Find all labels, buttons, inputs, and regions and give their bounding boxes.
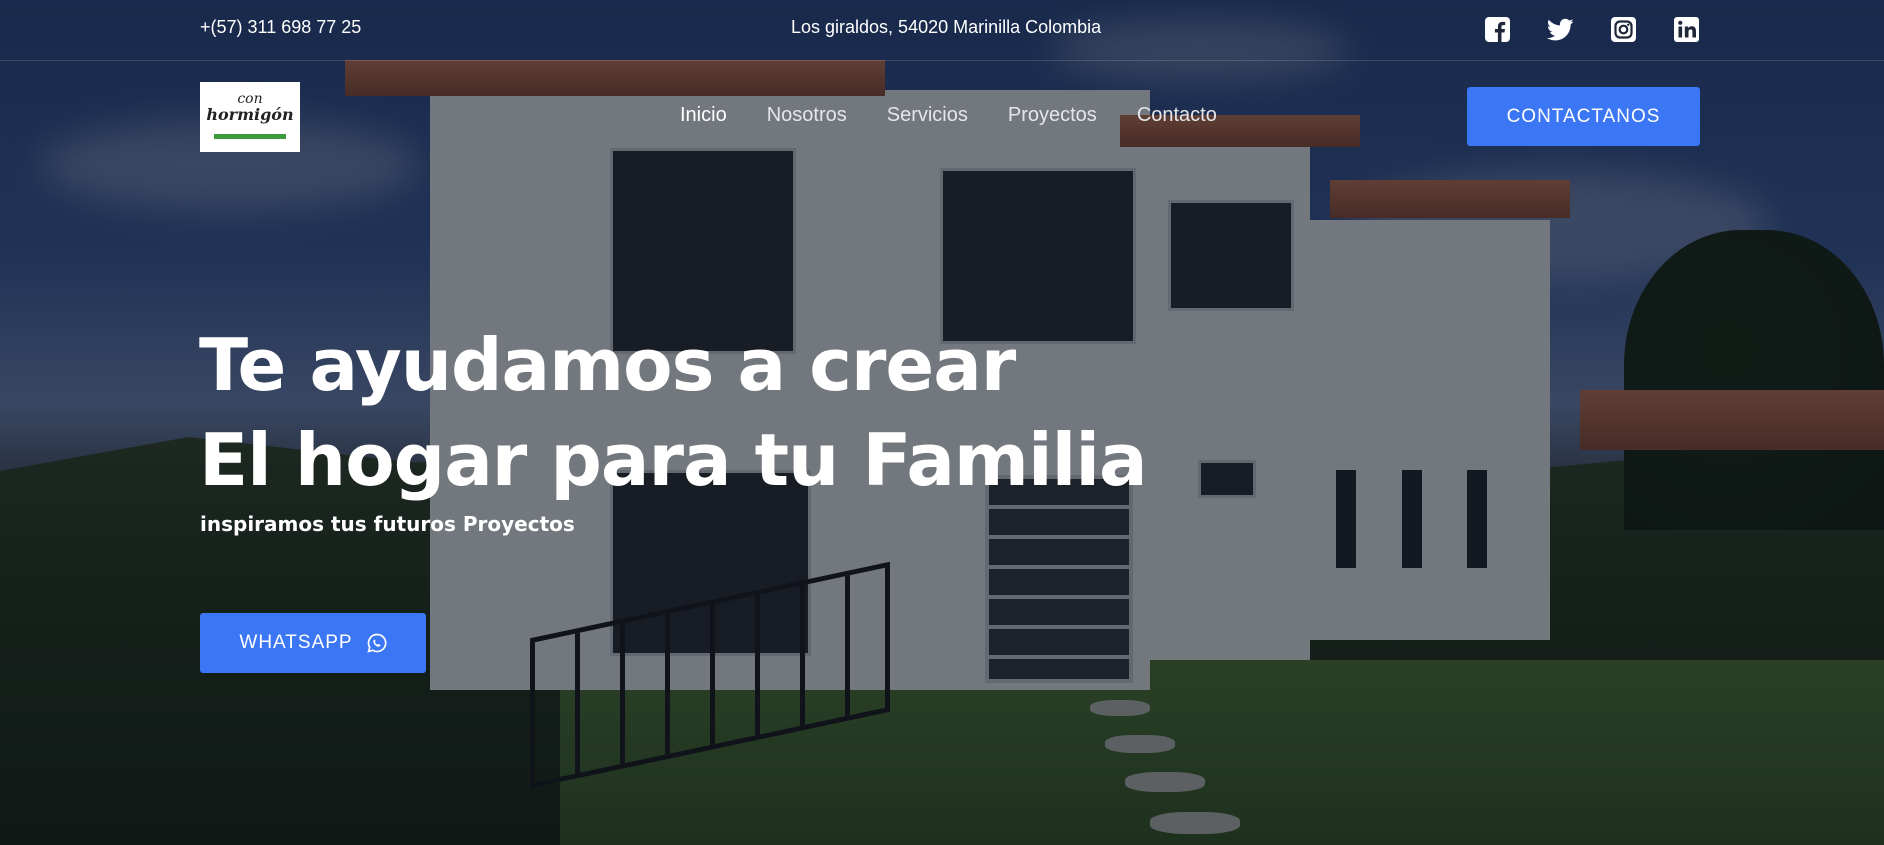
social-links <box>1484 16 1700 43</box>
linkedin-icon[interactable] <box>1673 16 1700 43</box>
nav-item-proyectos[interactable]: Proyectos <box>1008 104 1097 127</box>
hero-subtitle: inspiramos tus futuros Proyectos <box>200 512 575 536</box>
hero-title-line2: El hogar para tu Familia <box>199 418 1148 502</box>
nav-item-inicio[interactable]: Inicio <box>680 104 727 127</box>
address-text: Los giraldos, 54020 Marinilla Colombia <box>791 17 1102 37</box>
main-navigation: Inicio Nosotros Servicios Proyectos Cont… <box>680 104 1217 127</box>
whatsapp-button-label: WHATSAPP <box>239 632 353 653</box>
site-logo[interactable]: con hormigón <box>200 82 300 152</box>
contact-button[interactable]: CONTACTANOS <box>1467 87 1700 146</box>
phone-number[interactable]: +(57) 311 698 77 25 <box>200 17 361 38</box>
whatsapp-icon <box>367 633 387 653</box>
hero-title-line1: Te ayudamos a crear <box>199 323 1016 407</box>
logo-text-line1: con <box>237 91 263 107</box>
nav-item-contacto[interactable]: Contacto <box>1137 104 1217 127</box>
logo-text-line2: hormigón <box>206 105 294 124</box>
facebook-icon[interactable] <box>1484 16 1511 43</box>
twitter-icon[interactable] <box>1547 16 1574 43</box>
nav-item-nosotros[interactable]: Nosotros <box>767 104 847 127</box>
whatsapp-button[interactable]: WHATSAPP <box>200 613 426 673</box>
hero-title: Te ayudamos a crear El hogar para tu Fam… <box>199 318 1148 508</box>
nav-item-servicios[interactable]: Servicios <box>887 104 968 127</box>
top-info-bar: +(57) 311 698 77 25 Los giraldos, 54020 … <box>0 0 1884 61</box>
logo-underline <box>214 134 286 139</box>
instagram-icon[interactable] <box>1610 16 1637 43</box>
